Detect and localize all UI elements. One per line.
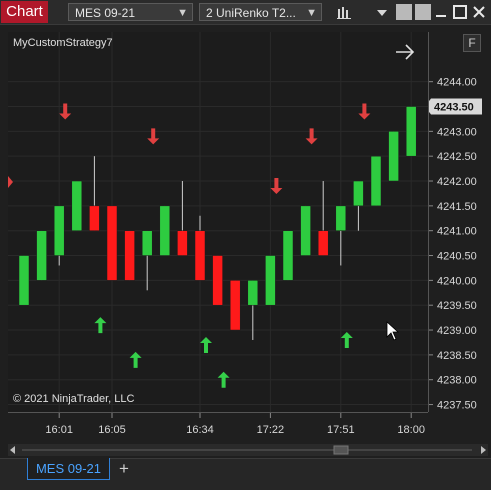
time-axis[interactable]: 16:01 16:05 16:34 17:22 17:51 18:00	[8, 412, 428, 443]
minimize-icon[interactable]	[433, 4, 449, 20]
sell-signal-arrow	[59, 103, 72, 120]
buy-signal-arrow	[200, 336, 212, 353]
candle	[124, 230, 135, 281]
tile-button[interactable]	[415, 4, 431, 20]
candle	[141, 230, 153, 256]
price-tick-label: 4242.00	[437, 176, 477, 188]
candle	[282, 230, 294, 281]
price-tick-label: 4238.00	[437, 375, 477, 387]
sell-signal-arrow	[358, 103, 371, 120]
price-axis[interactable]: F 4244.00 4243.00 4242.50 4242.00 4241.50 424…	[428, 32, 489, 412]
candle	[229, 280, 241, 331]
last-price-label: 4243.50	[434, 102, 474, 114]
candle	[106, 205, 118, 281]
arrow-up-icon	[200, 336, 212, 353]
maximize-icon[interactable]	[452, 4, 468, 20]
price-tick-label: 4244.00	[437, 77, 477, 89]
scroll-right-icon[interactable]	[481, 446, 486, 454]
price-tick-label: 4239.50	[437, 300, 477, 312]
instrument-label: MES 09-21	[75, 6, 136, 20]
mouse-cursor-icon	[386, 321, 400, 341]
chart-plot-area[interactable]: MyCustomStrategy7 © 2021 NinjaTrader, LL…	[8, 32, 428, 412]
price-tick-label: 4240.00	[437, 275, 477, 287]
buy-signal-arrow	[94, 317, 107, 334]
instrument-selector[interactable]: MES 09-21 ▼	[68, 3, 193, 21]
buy-signal-arrow	[340, 331, 353, 348]
chart-style-icon[interactable]	[336, 5, 352, 21]
time-tick-label: 17:22	[257, 424, 285, 436]
restore-panel-button[interactable]	[396, 4, 412, 20]
price-tick-label: 4240.50	[437, 251, 477, 263]
price-tick-label: 4242.50	[437, 151, 477, 163]
arrow-up-icon	[340, 331, 353, 348]
arrow-up-icon	[129, 351, 142, 368]
horizontal-scrollbar[interactable]	[8, 444, 488, 456]
candle	[265, 255, 276, 306]
arrow-right-icon[interactable]	[394, 43, 416, 61]
candle	[388, 131, 399, 182]
candle	[159, 205, 171, 256]
scroll-track[interactable]	[22, 449, 472, 451]
time-tick-label: 16:01	[45, 424, 73, 436]
arrow-down-icon	[305, 128, 318, 145]
arrow-down-icon	[59, 103, 72, 120]
strategy-label: MyCustomStrategy7	[13, 37, 113, 49]
price-tick-label: 4239.00	[437, 325, 477, 337]
chart-title-tab[interactable]: Chart	[1, 1, 48, 23]
time-axis-labels: 16:01 16:05 16:34 17:22 17:51 18:00	[45, 413, 425, 436]
arrow-down-icon	[270, 177, 283, 194]
candle	[18, 255, 30, 306]
candle	[212, 255, 223, 306]
candle	[53, 205, 65, 256]
candle	[335, 205, 347, 231]
chevron-down-icon: ▼	[177, 7, 188, 19]
time-tick-label: 18:00	[397, 424, 425, 436]
sell-signal-arrow	[147, 128, 160, 145]
candle	[370, 155, 382, 207]
candle	[317, 230, 329, 256]
dropdown-arrow-icon[interactable]	[376, 8, 388, 18]
candle	[405, 106, 417, 157]
price-tick-label: 4238.50	[437, 350, 477, 362]
candle	[353, 180, 364, 207]
scroll-left-icon[interactable]	[10, 446, 15, 454]
arrow-up-icon	[94, 317, 107, 334]
add-tab-button[interactable]: +	[114, 459, 134, 479]
arrow-down-icon	[358, 103, 371, 120]
sell-signal-arrow	[305, 128, 318, 145]
price-tick-label: 4241.50	[437, 201, 477, 213]
panel-edge-marker-icon	[8, 176, 13, 188]
bar-type-selector[interactable]: 2 UniRenko T2... ▼	[199, 3, 322, 21]
sell-signal-arrow	[270, 177, 283, 194]
candle	[300, 205, 311, 256]
time-tick-label: 16:34	[186, 424, 214, 436]
scroll-thumb[interactable]	[333, 445, 349, 455]
candle	[177, 230, 188, 256]
candle	[36, 230, 47, 281]
arrow-down-icon	[147, 128, 160, 145]
copyright-text: © 2021 NinjaTrader, LLC	[13, 393, 135, 405]
price-tick-label: 4243.00	[437, 126, 477, 138]
candle	[194, 230, 206, 281]
bar-type-label: 2 UniRenko T2...	[206, 6, 296, 20]
close-icon[interactable]	[471, 4, 487, 20]
candle	[71, 180, 83, 231]
chevron-down-icon: ▼	[306, 7, 317, 19]
price-tick-label: 4237.50	[437, 400, 477, 412]
price-axis-labels: 4244.00 4243.00 4242.50 4242.00 4241.50 4241.…	[429, 77, 482, 412]
time-tick-label: 16:05	[98, 424, 126, 436]
tab-mes-09-21[interactable]: MES 09-21	[27, 458, 110, 480]
time-tick-label: 17:51	[327, 424, 355, 436]
candle	[247, 280, 259, 306]
buy-signal-arrow	[129, 351, 142, 368]
price-chart	[8, 32, 428, 412]
price-tick-label: 4241.00	[437, 226, 477, 238]
candle	[89, 205, 100, 231]
